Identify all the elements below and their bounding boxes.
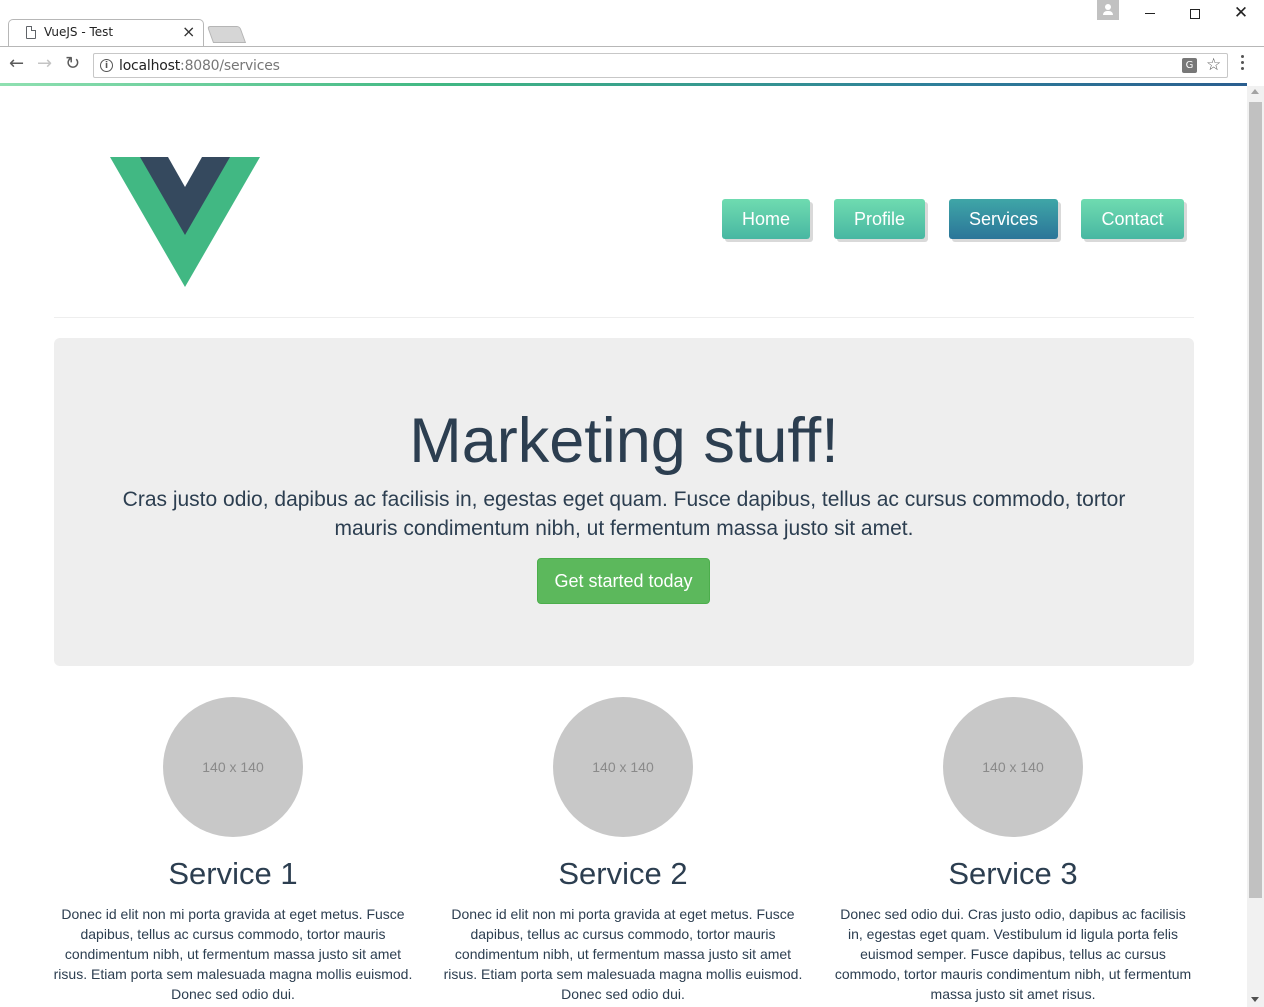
tab-title[interactable]: VueJS - Test bbox=[44, 25, 113, 39]
browser-toolbar: ← → ↻ i localhost:8080/services G ☆ bbox=[0, 46, 1264, 83]
address-bar[interactable]: i localhost:8080/services G ☆ bbox=[93, 53, 1228, 78]
bookmark-star-icon[interactable]: ☆ bbox=[1206, 55, 1221, 75]
hero-text: Cras justo odio, dapibus ac facilisis in… bbox=[122, 488, 1126, 540]
nav-contact-button[interactable]: Contact bbox=[1081, 199, 1184, 239]
url-text[interactable]: localhost:8080/services bbox=[119, 58, 280, 74]
document-icon bbox=[26, 26, 36, 39]
scrollbar-thumb[interactable] bbox=[1249, 102, 1262, 898]
vertical-scrollbar[interactable] bbox=[1247, 86, 1264, 1007]
window-close-button[interactable]: ✕ bbox=[1231, 3, 1251, 23]
new-tab-button[interactable] bbox=[206, 26, 247, 43]
nav-services-button[interactable]: Services bbox=[949, 199, 1058, 239]
hero-jumbotron: Marketing stuff! Cras justo odio, dapibu… bbox=[54, 338, 1194, 666]
get-started-button[interactable]: Get started today bbox=[537, 558, 710, 604]
header-divider bbox=[54, 317, 1194, 318]
service-text: Donec id elit non mi porta gravida at eg… bbox=[53, 906, 413, 1002]
service-card: 140 x 140 Service 1 Donec id elit non mi… bbox=[53, 697, 413, 1004]
maximize-button[interactable] bbox=[1185, 3, 1205, 23]
site-info-icon[interactable]: i bbox=[100, 59, 113, 72]
service-card: 140 x 140 Service 3 Donec sed odio dui. … bbox=[833, 697, 1193, 1004]
back-arrow-icon[interactable]: ← bbox=[9, 53, 24, 74]
service-thumbnail: 140 x 140 bbox=[163, 697, 303, 837]
service-thumbnail: 140 x 140 bbox=[943, 697, 1083, 837]
nav-home-button[interactable]: Home bbox=[722, 199, 810, 239]
scroll-up-arrow-icon[interactable] bbox=[1251, 89, 1259, 94]
page-viewport: Home Profile Services Contact Marketing … bbox=[0, 86, 1247, 1007]
url-path: :8080/services bbox=[180, 58, 280, 74]
service-title: Service 3 bbox=[948, 856, 1078, 891]
minimize-button[interactable] bbox=[1140, 3, 1160, 23]
service-title: Service 2 bbox=[558, 856, 688, 891]
browser-menu-icon[interactable] bbox=[1241, 55, 1245, 75]
profile-icon[interactable] bbox=[1097, 0, 1119, 20]
scroll-down-arrow-icon[interactable] bbox=[1251, 997, 1259, 1002]
forward-arrow-icon[interactable]: → bbox=[37, 53, 52, 74]
vue-logo bbox=[110, 157, 260, 287]
reload-icon[interactable]: ↻ bbox=[65, 53, 80, 74]
service-text: Donec id elit non mi porta gravida at eg… bbox=[443, 906, 803, 1002]
url-host: localhost bbox=[119, 58, 181, 74]
browser-tab-strip: VueJS - Test × ✕ bbox=[0, 0, 1264, 47]
service-card: 140 x 140 Service 2 Donec id elit non mi… bbox=[443, 697, 803, 1004]
hero-title: Marketing stuff! bbox=[409, 406, 839, 476]
service-text: Donec sed odio dui. Cras justo odio, dap… bbox=[834, 906, 1192, 1002]
tab-close-icon[interactable]: × bbox=[182, 22, 195, 42]
translate-icon[interactable]: G bbox=[1182, 58, 1197, 73]
service-title: Service 1 bbox=[168, 856, 298, 891]
service-thumbnail: 140 x 140 bbox=[553, 697, 693, 837]
nav-profile-button[interactable]: Profile bbox=[834, 199, 925, 239]
